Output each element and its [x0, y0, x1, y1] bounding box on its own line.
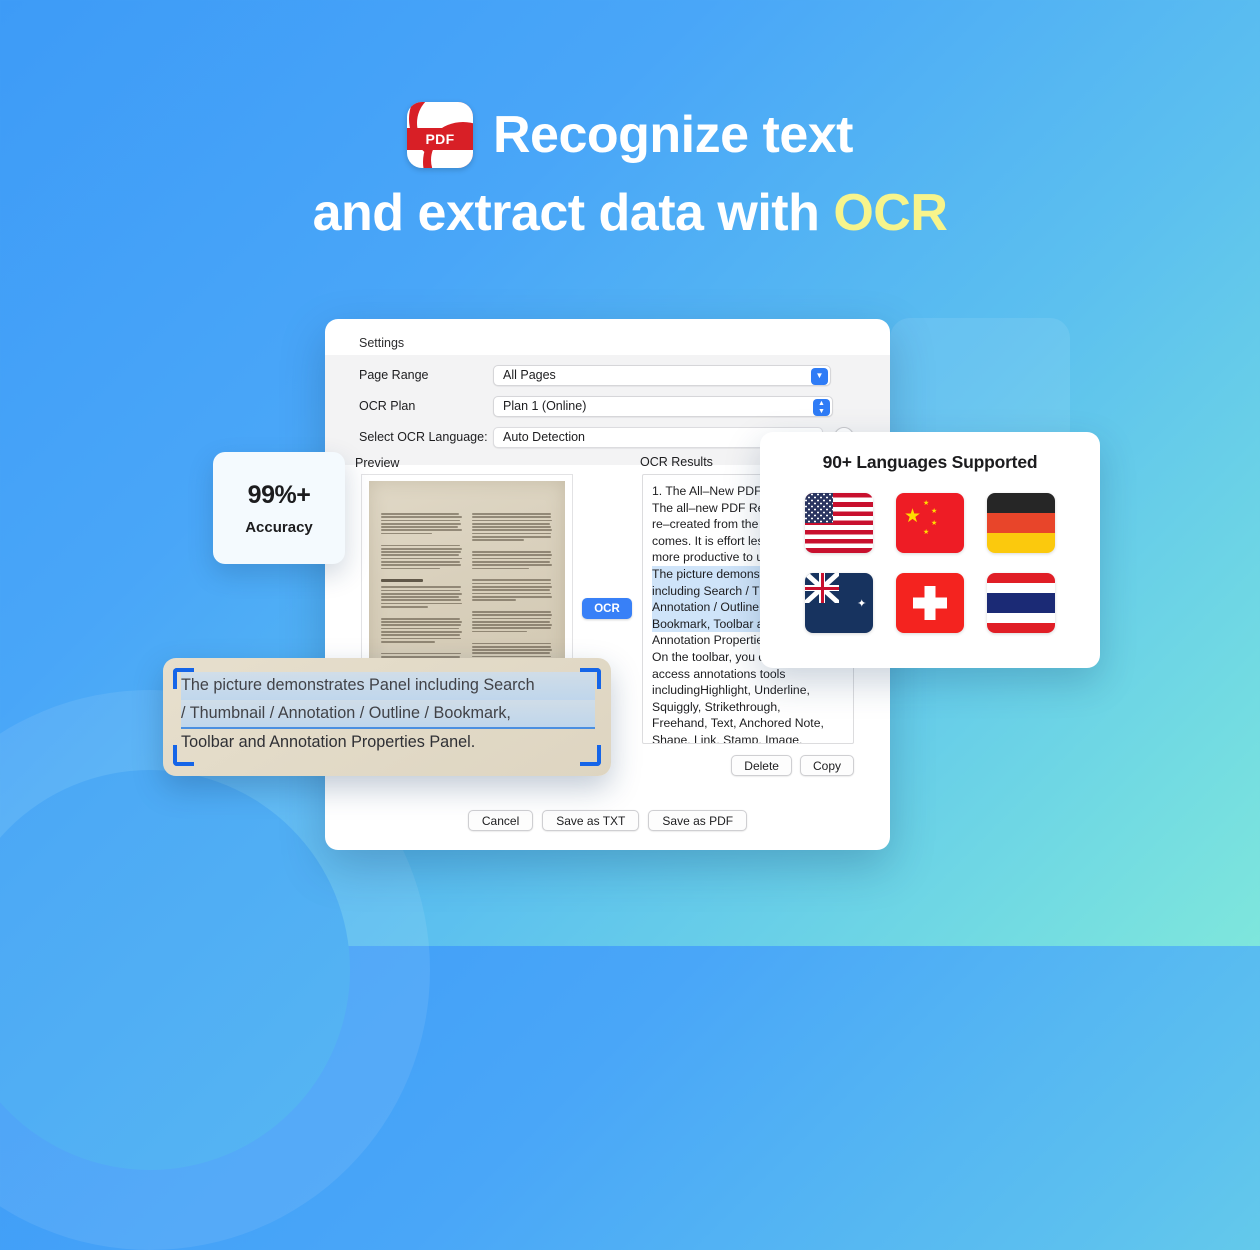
- scan-corner-top-right-icon: [580, 668, 601, 689]
- accuracy-card: 99%+ Accuracy: [213, 452, 345, 564]
- cancel-button[interactable]: Cancel: [467, 810, 534, 831]
- magnified-line-3: Toolbar and Annotation Properties Panel.: [181, 733, 476, 751]
- ocr-language-label: Select OCR Language:: [359, 430, 488, 444]
- flag-switzerland-icon: [895, 573, 964, 633]
- accuracy-label: Accuracy: [245, 518, 313, 536]
- results-action-bar: Delete Copy: [642, 755, 854, 776]
- flag-grid: ★ ★ ★ ★ ★ ✦: [760, 493, 1100, 633]
- ocr-results-label: OCR Results: [640, 455, 713, 469]
- scan-corner-bottom-right-icon: [580, 745, 601, 766]
- languages-card: 90+ Languages Supported ★ ★ ★ ★ ★ ✦: [760, 432, 1100, 668]
- dialog-footer-bar: Cancel Save as TXT Save as PDF: [325, 810, 890, 831]
- flag-united-states-icon: [805, 493, 874, 553]
- ocr-plan-label: OCR Plan: [359, 399, 416, 413]
- flag-thailand-icon: [986, 573, 1055, 633]
- ocr-result-line: access annotations tools: [652, 666, 786, 681]
- ocr-plan-select[interactable]: Plan 1 (Online) ▲ ▼: [493, 395, 833, 417]
- ocr-result-line: Freehand, Text, Anchored Note,: [652, 716, 824, 731]
- flag-germany-icon: [986, 493, 1055, 553]
- delete-button[interactable]: Delete: [731, 755, 792, 776]
- scan-corner-top-left-icon: [173, 668, 194, 689]
- accuracy-value: 99%+: [247, 480, 311, 509]
- background-decor-rounded-rect: [890, 318, 1070, 450]
- headline-line-1: Recognize text: [493, 106, 853, 164]
- ocr-result-line: Squiggly, Strikethrough,: [652, 699, 781, 714]
- magnified-ocr-text: The picture demonstrates Panel including…: [181, 672, 595, 757]
- magnified-ocr-overlay: The picture demonstrates Panel including…: [163, 658, 611, 776]
- settings-title: Settings: [359, 336, 405, 350]
- page-range-label: Page Range: [359, 368, 429, 382]
- flag-australia-icon: ✦: [805, 573, 874, 633]
- form-row-page-range: Page Range All Pages ▼: [359, 364, 831, 386]
- magnified-line-2: / Thumbnail / Annotation / Outline / Boo…: [181, 699, 595, 729]
- ocr-language-value: Auto Detection: [503, 430, 585, 444]
- ocr-plan-value: Plan 1 (Online): [503, 399, 587, 413]
- flag-china-icon: ★ ★ ★ ★ ★: [895, 493, 964, 553]
- chevron-down-icon[interactable]: ▼: [811, 367, 828, 385]
- save-as-pdf-button[interactable]: Save as PDF: [648, 810, 748, 831]
- copy-button[interactable]: Copy: [799, 755, 854, 776]
- chevron-up-down-icon[interactable]: ▲ ▼: [813, 398, 830, 416]
- pdf-icon-label: PDF: [407, 128, 473, 150]
- form-row-ocr-plan: OCR Plan Plan 1 (Online) ▲ ▼: [359, 395, 833, 417]
- save-as-txt-button[interactable]: Save as TXT: [542, 810, 640, 831]
- ocr-result-line: includingHighlight, Underline,: [652, 683, 810, 698]
- languages-card-title: 90+ Languages Supported: [822, 452, 1038, 472]
- ocr-result-line: Shape, Link, Stamp, Image,: [652, 732, 803, 744]
- scan-corner-bottom-left-icon: [173, 745, 194, 766]
- page-headline: PDF Recognize text and extract data with…: [0, 96, 1260, 252]
- page-range-value: All Pages: [503, 368, 556, 382]
- preview-label: Preview: [355, 456, 400, 470]
- ocr-run-button[interactable]: OCR: [582, 598, 632, 619]
- magnified-line-1: The picture demonstrates Panel including…: [181, 672, 595, 700]
- headline-line-2: and extract data with: [312, 184, 834, 242]
- pdf-app-icon: PDF: [407, 102, 473, 168]
- page-range-select[interactable]: All Pages ▼: [493, 364, 831, 386]
- headline-accent-ocr: OCR: [833, 184, 948, 242]
